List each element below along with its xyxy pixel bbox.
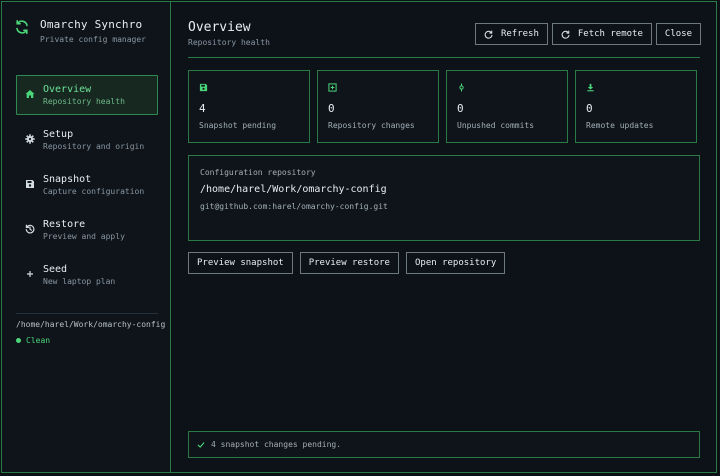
status-dot-icon	[16, 338, 21, 343]
sidebar-item-title: Setup	[43, 129, 74, 140]
sidebar-divider	[16, 313, 158, 314]
sidebar-item-title: Overview	[43, 84, 92, 95]
sidebar-item-subtitle: New laptop plan	[43, 277, 116, 286]
save-icon	[26, 180, 34, 188]
stat-card-remote-updates: 0 Remote updates	[575, 70, 697, 143]
refresh-icon	[561, 30, 570, 39]
stat-card-snapshot-pending: 4 Snapshot pending	[188, 70, 310, 143]
sidebar-item-subtitle: Preview and apply	[43, 232, 125, 241]
stat-label: Unpushed commits	[457, 121, 535, 130]
close-button[interactable]: Close	[655, 23, 701, 45]
status-message: 4 snapshot changes pending.	[211, 440, 342, 449]
repository-label: Configuration repository	[200, 168, 316, 177]
brand: Omarchy Synchro Private config manager	[14, 18, 146, 44]
app-window: Omarchy Synchro Private config manager O…	[1, 1, 717, 473]
sidebar-repo-path: /home/harel/Work/omarchy-config	[16, 320, 166, 329]
stat-label: Remote updates	[586, 121, 654, 130]
sync-icon	[16, 20, 28, 34]
home-icon	[25, 90, 35, 98]
check-icon	[197, 441, 205, 448]
sidebar-item-subtitle: Capture configuration	[43, 187, 145, 196]
download-icon	[587, 83, 594, 92]
stat-label: Repository changes	[328, 121, 415, 130]
sidebar-item-title: Snapshot	[43, 174, 92, 185]
stat-card-repository-changes: 0 Repository changes	[317, 70, 439, 143]
sidebar: Omarchy Synchro Private config manager O…	[2, 2, 171, 472]
sidebar-item-restore[interactable]: Restore Preview and apply	[16, 210, 158, 250]
preview-snapshot-button[interactable]: Preview snapshot	[188, 252, 293, 274]
stat-value: 0	[457, 102, 464, 115]
sidebar-item-setup[interactable]: Setup Repository and origin	[16, 120, 158, 160]
plus-icon	[27, 271, 33, 277]
sidebar-item-subtitle: Repository health	[43, 97, 125, 106]
sidebar-item-overview[interactable]: Overview Repository health	[16, 75, 158, 115]
sidebar-nav: Overview Repository health Setup Reposit…	[16, 75, 158, 300]
page-title: Overview	[188, 20, 251, 35]
fetch-remote-button-label: Fetch remote	[577, 29, 643, 39]
close-button-label: Close	[664, 29, 692, 39]
refresh-button[interactable]: Refresh	[474, 23, 548, 45]
sidebar-status: Clean	[16, 336, 50, 345]
sidebar-item-snapshot[interactable]: Snapshot Capture configuration	[16, 165, 158, 205]
stat-value: 4	[199, 102, 206, 115]
action-buttons: Preview snapshot Preview restore Open re…	[188, 252, 506, 274]
gear-icon	[25, 134, 35, 144]
app-subtitle: Private config manager	[40, 35, 146, 44]
main-content: Overview Repository health Refresh Fetch…	[188, 2, 701, 472]
stat-value: 0	[586, 102, 593, 115]
save-icon	[199, 83, 208, 92]
commit-icon	[459, 83, 464, 92]
stat-card-unpushed-commits: 0 Unpushed commits	[446, 70, 568, 143]
page-subtitle: Repository health	[188, 38, 270, 47]
sidebar-status-label: Clean	[26, 336, 51, 345]
restore-icon	[25, 224, 35, 234]
app-title: Omarchy Synchro	[40, 18, 143, 31]
header-divider	[188, 57, 700, 58]
refresh-button-label: Refresh	[500, 29, 539, 39]
header-toolbar: Refresh Fetch remote Close	[474, 23, 701, 45]
repository-remote: git@github.com:harel/omarchy-config.git	[200, 202, 388, 211]
repository-card: Configuration repository /home/harel/Wor…	[188, 155, 700, 241]
stat-label: Snapshot pending	[199, 121, 277, 130]
refresh-icon	[484, 30, 493, 39]
fetch-remote-button[interactable]: Fetch remote	[551, 23, 652, 45]
diff-icon	[328, 83, 337, 92]
sidebar-item-title: Restore	[43, 219, 86, 230]
sidebar-item-subtitle: Repository and origin	[43, 142, 145, 151]
sidebar-item-seed[interactable]: Seed New laptop plan	[16, 255, 158, 295]
status-bar: 4 snapshot changes pending.	[188, 431, 700, 458]
preview-restore-button[interactable]: Preview restore	[299, 252, 399, 274]
sidebar-item-title: Seed	[43, 264, 68, 275]
repository-path: /home/harel/Work/omarchy-config	[200, 184, 387, 195]
stat-value: 0	[328, 102, 335, 115]
stats-row: 4 Snapshot pending 0 Repository changes …	[188, 70, 700, 143]
open-repository-button[interactable]: Open repository	[405, 252, 506, 274]
